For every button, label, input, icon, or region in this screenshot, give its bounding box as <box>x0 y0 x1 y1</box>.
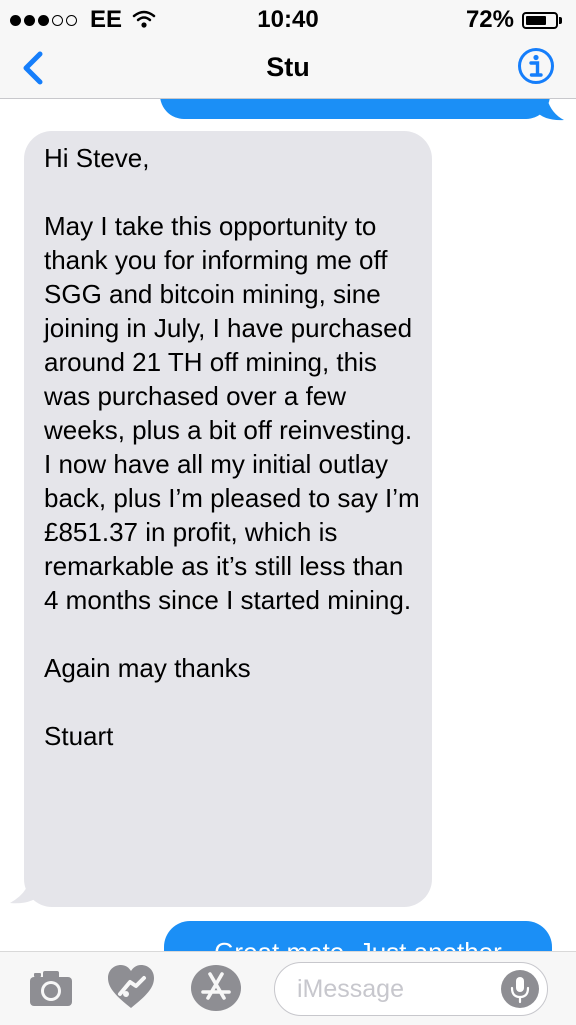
battery-cap <box>559 16 562 24</box>
app-store-icon[interactable] <box>190 964 242 1012</box>
sent-bubble-tail <box>536 99 564 121</box>
message-thread[interactable]: Hi Steve, May I take this opportunity to… <box>0 99 576 951</box>
received-message-text: Hi Steve, May I take this opportunity to… <box>44 143 420 751</box>
sent-message-bubble[interactable]: Great mate. Just another <box>164 921 552 951</box>
microphone-icon <box>510 977 530 1004</box>
digital-touch-heart-icon[interactable] <box>106 964 156 1010</box>
camera-icon[interactable] <box>28 968 74 1008</box>
status-right: 72% <box>466 6 562 34</box>
status-bar: EE 10:40 72% <box>0 0 576 40</box>
received-bubble-tail <box>10 877 42 904</box>
message-input-bar: iMessage <box>0 951 576 1025</box>
message-input[interactable]: iMessage <box>274 962 548 1016</box>
sent-message-bubble-partial[interactable] <box>160 99 550 119</box>
info-icon[interactable] <box>516 46 556 86</box>
battery-fill <box>526 15 546 25</box>
microphone-button[interactable] <box>501 970 539 1008</box>
conversation-title[interactable]: Stu <box>0 52 576 83</box>
sent-message-text: Great mate. Just another <box>164 935 552 951</box>
navigation-bar: Stu <box>0 40 576 99</box>
battery-icon <box>522 11 558 29</box>
battery-percentage: 72% <box>465 6 514 33</box>
message-placeholder: iMessage <box>297 975 404 1003</box>
